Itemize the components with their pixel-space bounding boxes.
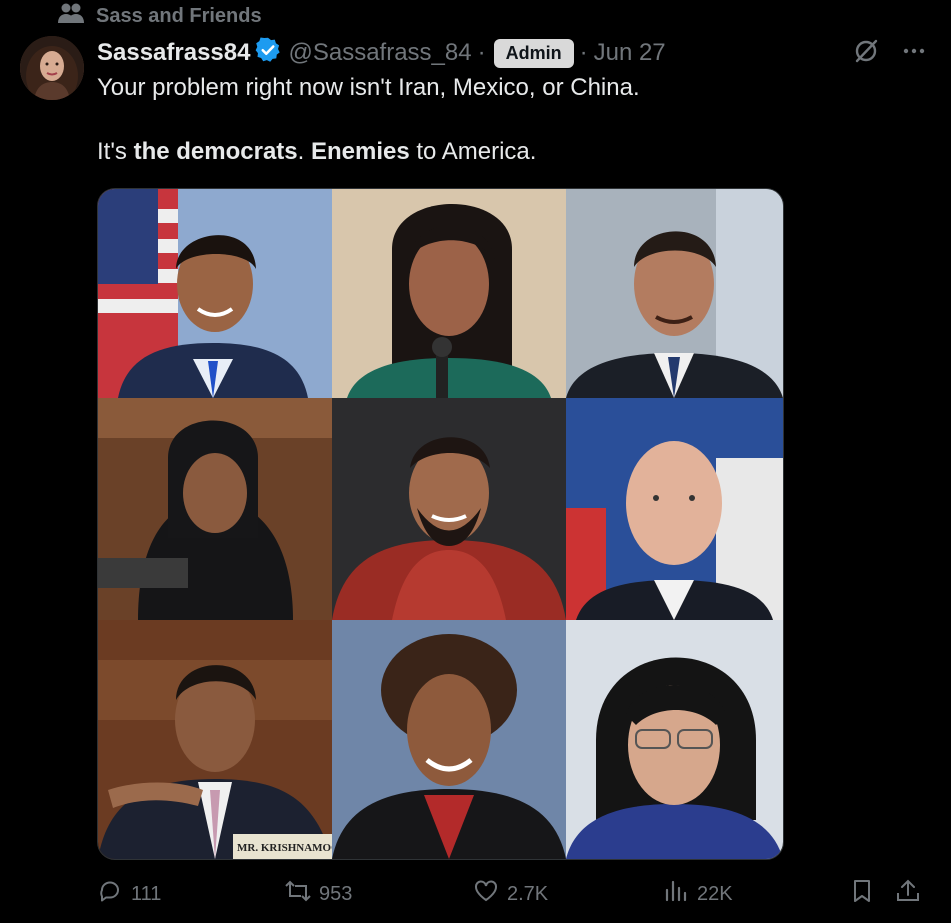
people-icon [58, 2, 84, 30]
grok-icon[interactable] [853, 38, 879, 69]
views-count: 22K [697, 882, 733, 905]
photo-portrait-1[interactable] [98, 189, 332, 398]
avatar[interactable] [20, 36, 84, 100]
share-icon [895, 878, 921, 910]
community-row[interactable]: Sass and Friends [58, 2, 262, 30]
views-chart-icon [663, 878, 689, 910]
bookmark-icon [849, 878, 875, 910]
top-actions [853, 38, 927, 69]
separator: · [477, 39, 486, 66]
photo-portrait-7[interactable]: MR. KRISHNAMOORT [98, 620, 332, 859]
reply-count: 111 [131, 882, 162, 905]
photo-portrait-3[interactable] [566, 189, 783, 398]
photo-portrait-8[interactable] [332, 620, 566, 859]
post-date[interactable]: Jun 27 [594, 39, 666, 67]
photo-portrait-5[interactable] [332, 398, 566, 620]
photo-portrait-6[interactable] [566, 398, 783, 620]
repost-count: 953 [319, 882, 353, 905]
action-bar: 111 953 2.7K 22K [97, 876, 927, 912]
more-options-icon[interactable] [901, 38, 927, 69]
repost-button[interactable]: 953 [285, 878, 352, 910]
community-label: Sass and Friends [96, 4, 262, 27]
bold-phrase: the democrats [133, 138, 298, 165]
media-grid[interactable]: MR. KRISHNAMOORT [97, 188, 784, 860]
photo-portrait-9[interactable] [566, 620, 783, 859]
reply-button[interactable]: 111 [97, 878, 161, 910]
admin-badge: Admin [493, 38, 574, 68]
tweet-header: Sassafrass84 @Sassafrass_84 · Admin · Ju… [97, 36, 666, 70]
nameplate-text: MR. KRISHNAMOORT [237, 842, 332, 854]
tweet-text: Your problem right now isn't Iran, Mexic… [97, 72, 917, 168]
display-name[interactable]: Sassafrass84 [97, 39, 250, 67]
tweet-line-2: It's the democrats. Enemies to America. [97, 138, 537, 165]
heart-icon [473, 878, 499, 910]
repost-icon [285, 878, 311, 910]
verified-badge-icon [250, 36, 282, 71]
like-count: 2.7K [507, 882, 549, 905]
separator: · [579, 39, 588, 66]
tweet-line-1: Your problem right now isn't Iran, Mexic… [97, 74, 640, 101]
bold-word: Enemies [311, 138, 410, 165]
views-button[interactable]: 22K [663, 878, 733, 910]
like-button[interactable]: 2.7K [473, 878, 548, 910]
handle[interactable]: @Sassafrass_84 [288, 39, 471, 67]
reply-icon [97, 878, 123, 910]
share-button[interactable] [895, 878, 921, 910]
photo-portrait-4[interactable] [98, 398, 332, 620]
bookmark-button[interactable] [849, 878, 875, 910]
photo-portrait-2[interactable] [332, 189, 566, 398]
